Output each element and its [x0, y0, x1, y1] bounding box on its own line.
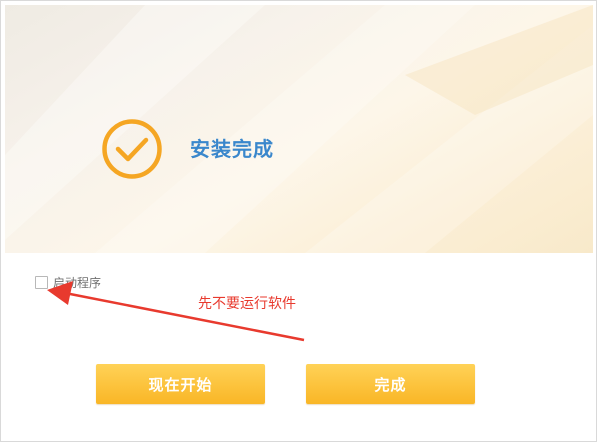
annotation-text: 先不要运行软件	[198, 296, 296, 312]
installer-window: 安装完成 启动程序 先不要运行软件 现在开始 完成	[0, 0, 597, 442]
annotation-arrow	[47, 281, 305, 342]
start-now-button[interactable]: 现在开始	[96, 364, 265, 404]
finish-button[interactable]: 完成	[306, 364, 475, 404]
